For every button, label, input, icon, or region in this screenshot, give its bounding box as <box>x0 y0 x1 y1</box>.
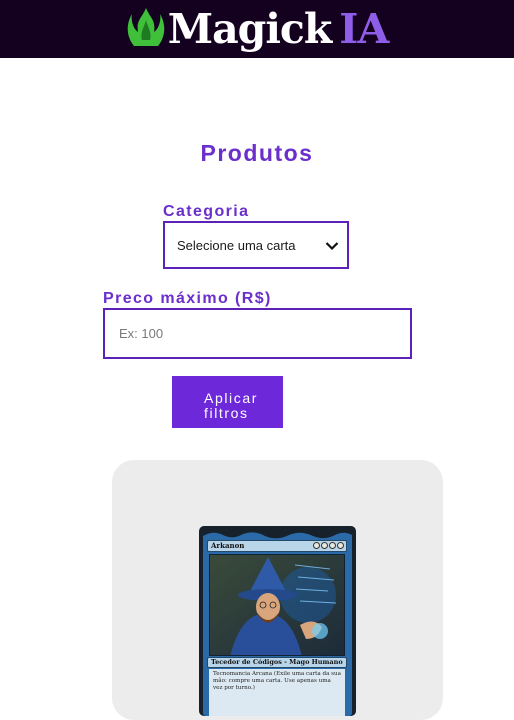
mana-cost-icons <box>313 542 344 549</box>
top-bar: Magick IA <box>0 0 514 58</box>
card-image[interactable]: Arkanon Tecedor de Códigos - Mago Humano… <box>199 526 356 716</box>
green-flame-crown-icon <box>126 6 166 52</box>
apply-filters-button[interactable]: Aplicar filtros <box>172 376 283 428</box>
max-price-input[interactable] <box>103 308 412 359</box>
logo[interactable]: Magick IA <box>126 5 389 53</box>
card-rules-text: Tecnomancia Arcana (Exile uma carta da s… <box>213 671 341 691</box>
card-type-bar: Tecedor de Códigos - Mago Humano <box>207 657 347 668</box>
card-name-bar: Arkanon <box>207 540 347 552</box>
logo-text: Magick <box>167 5 333 53</box>
price-label: Preco máximo (R$) <box>103 290 272 307</box>
category-select[interactable]: Selecione uma carta <box>163 221 349 269</box>
category-label: Categoria <box>163 203 250 220</box>
card-text-box: Tecnomancia Arcana (Exile uma carta da s… <box>209 669 345 716</box>
card-name: Arkanon <box>211 541 245 550</box>
page-title: Produtos <box>200 140 314 166</box>
chevron-down-icon <box>325 239 339 254</box>
card-type: Tecedor de Códigos - Mago Humano <box>211 658 343 666</box>
card-art-wizard <box>209 554 345 656</box>
logo-accent-text: IA <box>339 5 389 53</box>
category-selected-value: Selecione uma carta <box>177 237 296 253</box>
